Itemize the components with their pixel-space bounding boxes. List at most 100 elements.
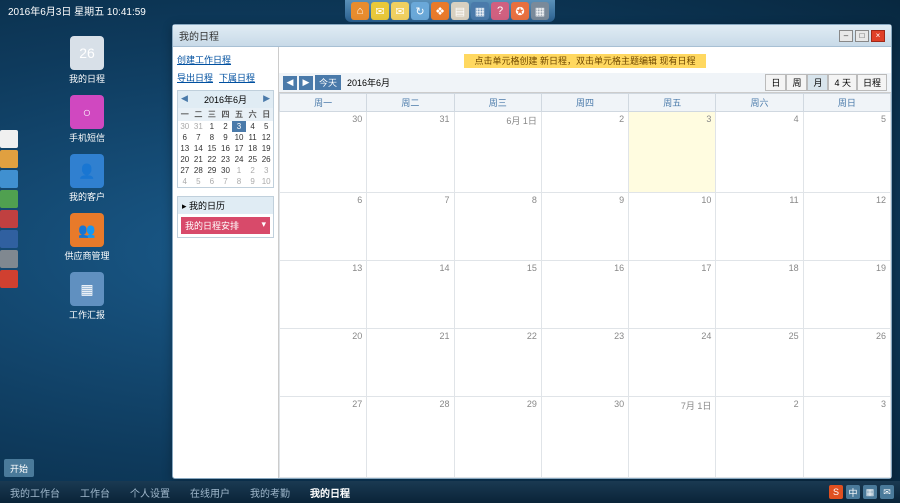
- minical-day[interactable]: 15: [205, 143, 219, 154]
- calendar-cell[interactable]: 17: [629, 261, 716, 329]
- calendar-cell[interactable]: 27: [280, 396, 367, 477]
- calendar-cell[interactable]: 25: [716, 328, 803, 396]
- view-button[interactable]: 月: [807, 74, 828, 91]
- minical-day[interactable]: 10: [232, 132, 246, 143]
- calendar-cell[interactable]: 4: [716, 112, 803, 193]
- dock-icon[interactable]: [0, 130, 18, 148]
- minical-day[interactable]: 27: [178, 165, 192, 176]
- calendar-cell[interactable]: 9: [541, 193, 628, 261]
- top-icon[interactable]: ▦: [531, 2, 549, 20]
- calendar-cell[interactable]: 19: [803, 261, 890, 329]
- calendar-cell[interactable]: 7月 1日: [629, 396, 716, 477]
- top-icon[interactable]: ✉: [391, 2, 409, 20]
- dock-icon[interactable]: [0, 150, 18, 168]
- minical-day[interactable]: 4: [246, 121, 260, 132]
- calendar-cell[interactable]: 10: [629, 193, 716, 261]
- calendar-cell[interactable]: 2: [541, 112, 628, 193]
- minical-day[interactable]: 8: [205, 132, 219, 143]
- calendar-cell[interactable]: 12: [803, 193, 890, 261]
- calendar-cell[interactable]: 20: [280, 328, 367, 396]
- minical-day[interactable]: 3: [232, 121, 246, 132]
- calendar-cell[interactable]: 24: [629, 328, 716, 396]
- minical-day[interactable]: 12: [259, 132, 273, 143]
- desktop-icon[interactable]: 👤我的客户: [62, 154, 112, 203]
- calendar-cell[interactable]: 5: [803, 112, 890, 193]
- taskbar-item[interactable]: 在线用户: [186, 483, 234, 502]
- minical-day[interactable]: 8: [232, 176, 246, 187]
- minical-day[interactable]: 28: [192, 165, 206, 176]
- top-icon[interactable]: ?: [491, 2, 509, 20]
- minical-day[interactable]: 5: [259, 121, 273, 132]
- minical-day[interactable]: 9: [219, 132, 233, 143]
- calendar-cell[interactable]: 3: [629, 112, 716, 193]
- minical-day[interactable]: 5: [192, 176, 206, 187]
- close-button[interactable]: ×: [871, 30, 885, 42]
- calendar-cell[interactable]: 16: [541, 261, 628, 329]
- tray-icon[interactable]: 中: [846, 485, 860, 499]
- minical-day[interactable]: 7: [192, 132, 206, 143]
- minical-day[interactable]: 20: [178, 154, 192, 165]
- tray-icon[interactable]: S: [829, 485, 843, 499]
- minical-day[interactable]: 25: [246, 154, 260, 165]
- calendar-cell[interactable]: 22: [454, 328, 541, 396]
- dock-icon[interactable]: [0, 190, 18, 208]
- next-button[interactable]: ▶: [299, 76, 313, 90]
- calendar-cell[interactable]: 2: [716, 396, 803, 477]
- minical-day[interactable]: 3: [259, 165, 273, 176]
- today-button[interactable]: 今天: [315, 75, 341, 90]
- minical-day[interactable]: 13: [178, 143, 192, 154]
- top-icon[interactable]: ✪: [511, 2, 529, 20]
- view-button[interactable]: 日: [765, 74, 786, 91]
- calendar-cell[interactable]: 29: [454, 396, 541, 477]
- minical-day[interactable]: 6: [178, 132, 192, 143]
- view-button[interactable]: 日程: [857, 74, 887, 91]
- minical-day[interactable]: 6: [205, 176, 219, 187]
- minical-day[interactable]: 9: [246, 176, 260, 187]
- start-button[interactable]: 开始: [4, 459, 34, 477]
- minical-day[interactable]: 18: [246, 143, 260, 154]
- view-button[interactable]: 4 天: [828, 74, 857, 91]
- prev-button[interactable]: ◀: [283, 76, 297, 90]
- calendar-cell[interactable]: 30: [280, 112, 367, 193]
- top-icon[interactable]: ▤: [451, 2, 469, 20]
- minical-day[interactable]: 31: [192, 121, 206, 132]
- minical-day[interactable]: 16: [219, 143, 233, 154]
- taskbar-item[interactable]: 工作台: [76, 483, 114, 502]
- calendar-cell[interactable]: 23: [541, 328, 628, 396]
- create-schedule-link[interactable]: 创建工作日程: [177, 53, 274, 66]
- minical-day[interactable]: 17: [232, 143, 246, 154]
- my-calendars-header[interactable]: ▸ 我的日历: [178, 197, 273, 214]
- minical-day[interactable]: 22: [205, 154, 219, 165]
- minical-day[interactable]: 26: [259, 154, 273, 165]
- minical-day[interactable]: 30: [178, 121, 192, 132]
- taskbar-item[interactable]: 我的考勤: [246, 483, 294, 502]
- top-icon[interactable]: ❖: [431, 2, 449, 20]
- desktop-icon[interactable]: ○手机短信: [62, 95, 112, 144]
- top-icon[interactable]: ↻: [411, 2, 429, 20]
- calendar-cell[interactable]: 14: [367, 261, 454, 329]
- taskbar-item[interactable]: 我的日程: [306, 483, 354, 502]
- calendar-cell[interactable]: 7: [367, 193, 454, 261]
- minical-day[interactable]: 19: [259, 143, 273, 154]
- minical-day[interactable]: 30: [219, 165, 233, 176]
- subordinate-link[interactable]: 下属日程: [219, 71, 255, 84]
- minical-day[interactable]: 21: [192, 154, 206, 165]
- calendar-cell[interactable]: 15: [454, 261, 541, 329]
- minical-day[interactable]: 14: [192, 143, 206, 154]
- dock-icon[interactable]: [0, 250, 18, 268]
- calendar-cell[interactable]: 26: [803, 328, 890, 396]
- export-link[interactable]: 导出日程: [177, 71, 213, 84]
- minimize-button[interactable]: –: [839, 30, 853, 42]
- desktop-icon[interactable]: ▦工作汇报: [62, 272, 112, 321]
- minical-day[interactable]: 2: [219, 121, 233, 132]
- minical-day[interactable]: 24: [232, 154, 246, 165]
- minical-day[interactable]: 1: [205, 121, 219, 132]
- calendar-cell[interactable]: 13: [280, 261, 367, 329]
- top-icon[interactable]: ▦: [471, 2, 489, 20]
- calendar-cell[interactable]: 21: [367, 328, 454, 396]
- minical-day[interactable]: 2: [246, 165, 260, 176]
- minical-day[interactable]: 7: [219, 176, 233, 187]
- minical-prev[interactable]: ◀: [181, 93, 188, 104]
- minical-day[interactable]: 4: [178, 176, 192, 187]
- taskbar-item[interactable]: 我的工作台: [6, 483, 64, 502]
